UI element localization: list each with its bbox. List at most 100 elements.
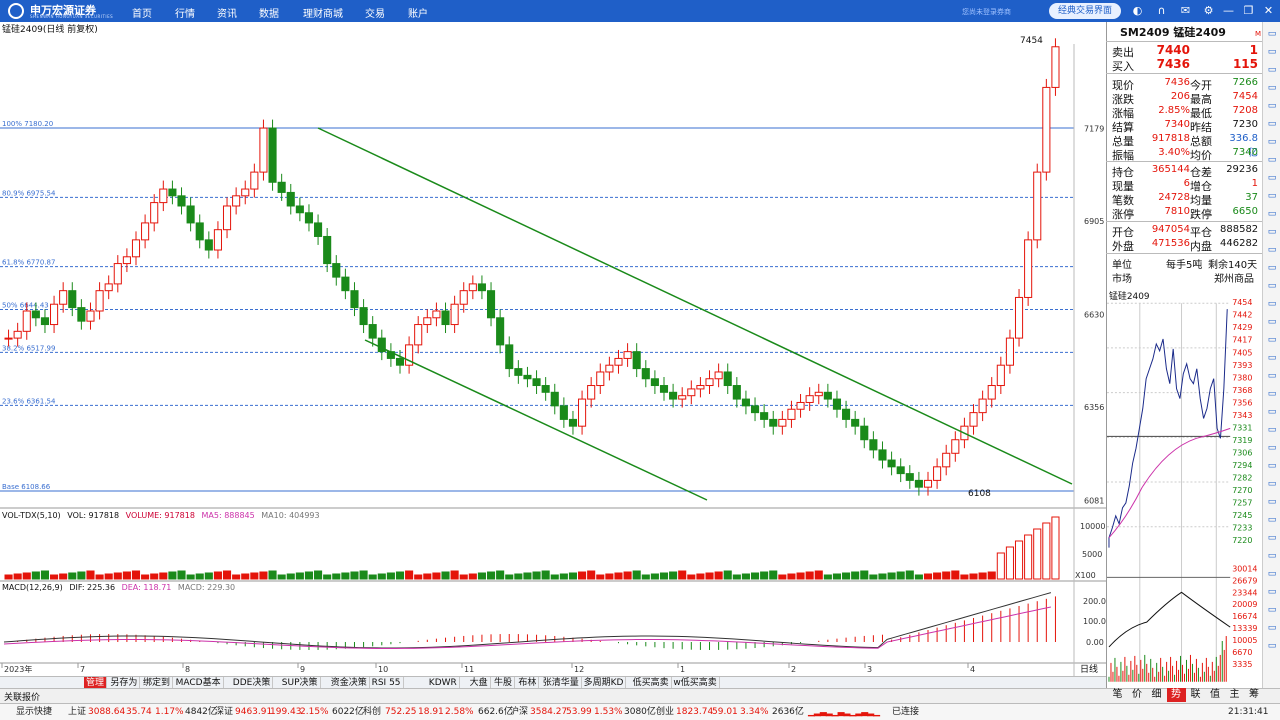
nav-data[interactable]: 数据: [259, 5, 279, 20]
tool-strip-icon[interactable]: ▭: [1266, 424, 1278, 436]
mini-tab[interactable]: 联: [1186, 688, 1205, 702]
tool-strip-icon[interactable]: ▭: [1266, 172, 1278, 184]
low-annotation: 6108: [968, 489, 991, 499]
tool-strip-icon[interactable]: ▭: [1266, 298, 1278, 310]
tool-strip-icon[interactable]: ▭: [1266, 406, 1278, 418]
volume-bar: [77, 571, 86, 580]
tool-strip-icon[interactable]: ▭: [1266, 532, 1278, 544]
mini-axis-tick: 7429: [1232, 323, 1252, 332]
candle-body: [1033, 171, 1042, 241]
volume-bar: [942, 571, 951, 580]
volume-bar: [860, 570, 869, 580]
market-bars-icon: ▁▂▃▂▁▃▂▁▂▃▂▁: [808, 707, 880, 717]
display-icon[interactable]: ◐: [1131, 4, 1144, 17]
quote-row-cell: 3.40%: [1158, 147, 1190, 158]
tool-strip-icon[interactable]: ▭: [1266, 334, 1278, 346]
quote-row-cell: 7340: [1232, 147, 1258, 158]
candle-body: [750, 405, 760, 414]
tool-strip-icon[interactable]: ▭: [1266, 478, 1278, 490]
tool-strip-icon[interactable]: ▭: [1266, 388, 1278, 400]
nav-trade[interactable]: 交易: [365, 5, 385, 20]
candle-body: [969, 412, 978, 427]
nav-news[interactable]: 资讯: [217, 5, 237, 20]
candle-body: [1024, 239, 1033, 298]
candle-body: [4, 337, 13, 340]
tool-strip-icon[interactable]: ▭: [1266, 442, 1278, 454]
mini-tab[interactable]: 主: [1225, 688, 1244, 702]
sz-amt: 6022亿: [332, 707, 364, 717]
volume-bar: [50, 574, 59, 580]
candle-body: [614, 357, 623, 366]
volume-bar: [650, 573, 659, 580]
quote-row-cell: 206: [1170, 91, 1190, 102]
volume-bar: [687, 574, 696, 580]
candle-body: [778, 418, 787, 427]
gear-icon[interactable]: ⚙: [1202, 4, 1215, 17]
tool-strip-icon[interactable]: ▭: [1266, 586, 1278, 598]
candle-body: [814, 391, 823, 397]
tool-strip-icon[interactable]: ▭: [1266, 370, 1278, 382]
volume-bar: [186, 574, 195, 580]
tool-strip-icon[interactable]: ▭: [1266, 226, 1278, 238]
tool-strip-icon[interactable]: ▭: [1266, 604, 1278, 616]
volume-bar: [450, 570, 459, 580]
classic-trade-button[interactable]: 经典交易界面: [1049, 3, 1121, 19]
mini-tab[interactable]: 值: [1206, 688, 1225, 702]
tool-strip-icon[interactable]: ▭: [1266, 100, 1278, 112]
tool-strip-icon[interactable]: ▭: [1266, 316, 1278, 328]
nav-market[interactable]: 行情: [175, 5, 195, 20]
restore-icon[interactable]: ❐: [1242, 4, 1255, 17]
tool-strip-icon[interactable]: ▭: [1266, 550, 1278, 562]
tool-strip-icon[interactable]: ▭: [1266, 208, 1278, 220]
tool-strip-icon[interactable]: ▭: [1266, 154, 1278, 166]
tool-strip-icon[interactable]: ▭: [1266, 622, 1278, 634]
tool-strip-icon[interactable]: ▭: [1266, 352, 1278, 364]
tool-strip-icon[interactable]: ▭: [1266, 262, 1278, 274]
tool-strip-icon[interactable]: ▭: [1266, 46, 1278, 58]
tool-strip-icon[interactable]: ▭: [1266, 190, 1278, 202]
tool-strip-icon[interactable]: ▭: [1266, 460, 1278, 472]
close-icon[interactable]: ✕: [1262, 4, 1275, 17]
tool-strip-icon[interactable]: ▭: [1266, 640, 1278, 652]
tool-strip-icon[interactable]: ▭: [1266, 82, 1278, 94]
quick-toggle[interactable]: 显示快捷: [16, 704, 52, 720]
mini-tab[interactable]: 筹: [1245, 688, 1264, 702]
minimize-icon[interactable]: —: [1222, 4, 1235, 17]
candle-body: [714, 371, 723, 380]
period-label[interactable]: 日线: [1080, 663, 1098, 675]
candle-body: [177, 195, 186, 207]
fib-label: 23.6% 6361.54: [2, 397, 56, 405]
tool-strip-icon[interactable]: ▭: [1266, 28, 1278, 40]
mini-axis-tick: 7343: [1232, 411, 1252, 420]
login-hint[interactable]: 您尚未登录券商: [962, 7, 1011, 17]
mini-tab[interactable]: 势: [1166, 688, 1186, 702]
volume-bar: [177, 570, 186, 580]
nav-home[interactable]: 首页: [132, 5, 152, 20]
nav-wealth[interactable]: 理财商城: [303, 5, 343, 20]
tool-strip-icon[interactable]: ▭: [1266, 244, 1278, 256]
kline-chart[interactable]: 100% 7180.20 80.9% 6975.54 61.8% 6770.87 50…: [0, 22, 1106, 676]
tool-strip-icon[interactable]: ▭: [1266, 496, 1278, 508]
mini-tab[interactable]: 细: [1147, 688, 1166, 702]
volume-bar: [678, 570, 687, 580]
candle-body: [996, 364, 1005, 387]
nav-account[interactable]: 账户: [408, 5, 428, 20]
volume-bar: [241, 573, 250, 580]
tool-strip-icon[interactable]: ▭: [1266, 136, 1278, 148]
candle-body: [896, 466, 905, 475]
mail-icon[interactable]: ✉: [1179, 4, 1192, 17]
intraday-mini-chart[interactable]: 锰硅2409 745474427429741774057393738073687…: [1106, 288, 1262, 688]
mini-tab[interactable]: 价: [1128, 688, 1147, 702]
headset-icon[interactable]: ∩: [1155, 4, 1168, 17]
tool-strip-icon[interactable]: ▭: [1266, 118, 1278, 130]
tool-strip-icon[interactable]: ▭: [1266, 568, 1278, 580]
tool-strip-icon[interactable]: ▭: [1266, 64, 1278, 76]
volume-bar: [523, 572, 532, 580]
mini-tab[interactable]: 笔: [1108, 688, 1127, 702]
linked-quote-label[interactable]: 关联报价: [4, 690, 40, 703]
tool-strip-icon[interactable]: ▭: [1266, 280, 1278, 292]
volume-bar: [423, 573, 432, 580]
tool-strip-icon[interactable]: ▭: [1266, 514, 1278, 526]
volume-bar: [496, 570, 505, 580]
price-axis-tick: 6905: [1084, 217, 1104, 226]
